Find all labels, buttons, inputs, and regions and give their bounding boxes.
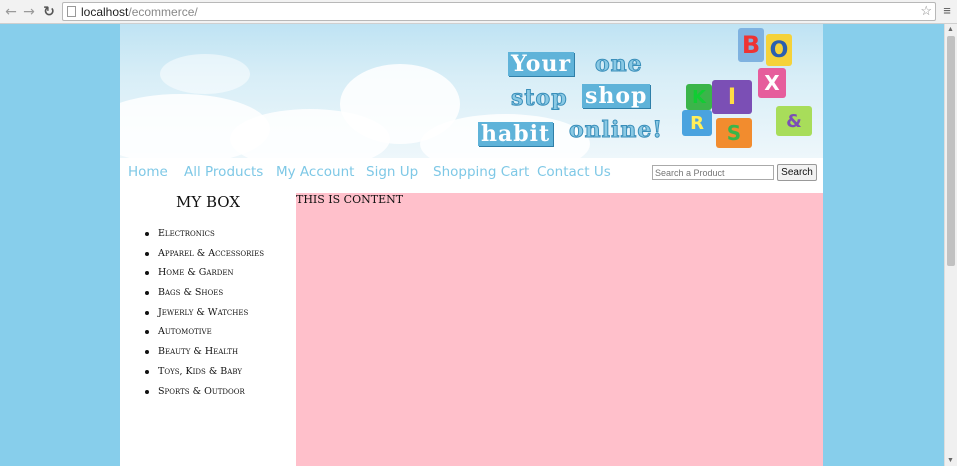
toy-blocks-logo: B O X K I R S & — [676, 26, 821, 156]
search-button[interactable]: Search — [777, 164, 817, 181]
main-content: THIS IS CONTENT — [296, 193, 823, 466]
nav-sign-up-link[interactable]: Sign Up — [366, 164, 418, 180]
scroll-up-icon[interactable]: ▲ — [947, 26, 954, 33]
main-nav: Home All Products My Account Sign Up Sho… — [120, 158, 823, 192]
tagline-word: habit — [478, 122, 554, 146]
nav-my-account-link[interactable]: My Account — [276, 164, 354, 180]
reload-icon[interactable]: ↻ — [40, 3, 58, 21]
category-sidebar: MY BOX Electronics Apparel & Accessories… — [120, 193, 296, 466]
tagline-word: stop — [511, 85, 568, 111]
category-item[interactable]: Bags & Shoes — [142, 284, 264, 304]
url-host: localhost — [81, 4, 129, 19]
block-letter: & — [776, 106, 812, 136]
category-list: Electronics Apparel & Accessories Home &… — [142, 225, 264, 402]
forward-arrow-icon[interactable]: → — [20, 3, 38, 21]
block-letter: K — [686, 84, 712, 110]
browser-toolbar: ← → ↻ localhost/ecommerce/ ☆ ≡ — [0, 0, 957, 24]
scrollbar-thumb[interactable] — [947, 36, 955, 266]
category-item[interactable]: Beauty & Health — [142, 343, 264, 363]
address-bar[interactable]: localhost/ecommerce/ ☆ — [62, 2, 936, 21]
block-letter: S — [716, 118, 752, 148]
nav-shopping-cart-link[interactable]: Shopping Cart — [433, 164, 529, 180]
vertical-scrollbar[interactable]: ▲ ▼ — [944, 24, 957, 466]
tagline-word: online! — [568, 117, 664, 143]
tagline-word: one — [595, 51, 643, 77]
url-path: /ecommerce/ — [128, 4, 198, 19]
page-icon — [67, 6, 76, 17]
category-item[interactable]: Sports & Outdoor — [142, 383, 264, 403]
tagline-word: shop — [582, 84, 651, 108]
menu-icon[interactable]: ≡ — [940, 4, 954, 18]
block-letter: X — [758, 68, 786, 98]
back-arrow-icon[interactable]: ← — [2, 3, 20, 21]
category-item[interactable]: Electronics — [142, 225, 264, 245]
scroll-down-icon[interactable]: ▼ — [947, 457, 954, 464]
cloud-decoration — [160, 54, 250, 94]
header-banner: Your one stop shop habit online! B O X K… — [120, 24, 823, 158]
block-letter: B — [738, 28, 764, 62]
content-text: THIS IS CONTENT — [296, 193, 404, 206]
nav-home-link[interactable]: Home — [128, 164, 168, 180]
nav-all-products-link[interactable]: All Products — [184, 164, 263, 180]
category-item[interactable]: Jewerly & Watches — [142, 304, 264, 324]
category-item[interactable]: Automotive — [142, 323, 264, 343]
category-item[interactable]: Apparel & Accessories — [142, 245, 264, 265]
bookmark-star-icon[interactable]: ☆ — [920, 3, 932, 19]
tagline-word: Your — [508, 52, 575, 76]
category-item[interactable]: Toys, Kids & Baby — [142, 363, 264, 383]
nav-contact-us-link[interactable]: Contact Us — [537, 164, 611, 180]
block-letter: O — [766, 34, 792, 66]
block-letter: I — [712, 80, 752, 114]
category-item[interactable]: Home & Garden — [142, 264, 264, 284]
sidebar-title: MY BOX — [175, 193, 241, 211]
block-letter: R — [682, 110, 712, 136]
site-container: Your one stop shop habit online! B O X K… — [120, 24, 823, 466]
search-input[interactable] — [652, 165, 774, 180]
page-viewport: Your one stop shop habit online! B O X K… — [0, 24, 944, 466]
